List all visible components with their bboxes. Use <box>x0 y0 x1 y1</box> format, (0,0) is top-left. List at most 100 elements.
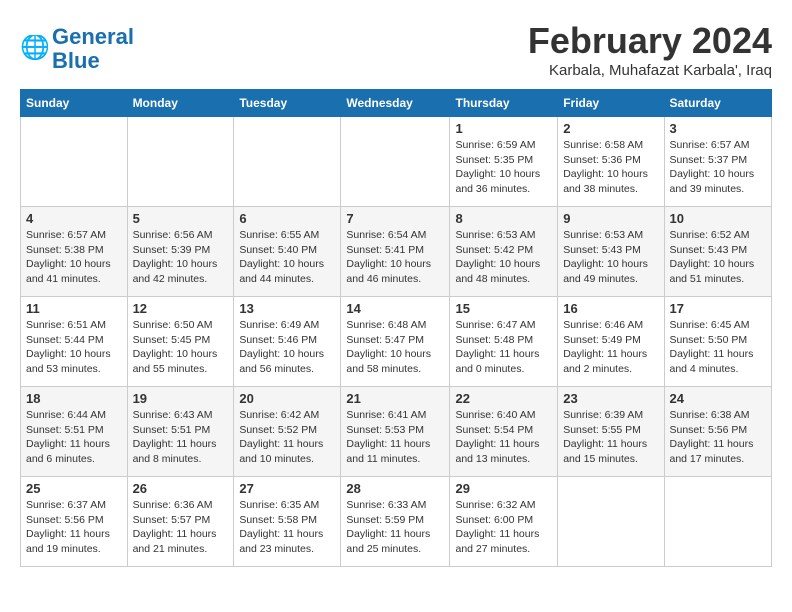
calendar-day-cell: 18 Sunrise: 6:44 AMSunset: 5:51 PMDayligh… <box>21 387 128 477</box>
calendar-day-cell: 25 Sunrise: 6:37 AMSunset: 5:56 PMDayligh… <box>21 477 128 567</box>
day-number: 13 <box>239 301 335 316</box>
calendar-day-cell: 28 Sunrise: 6:33 AMSunset: 5:59 PMDayligh… <box>341 477 450 567</box>
calendar-day-cell: 21 Sunrise: 6:41 AMSunset: 5:53 PMDayligh… <box>341 387 450 477</box>
calendar-week-row: 1Sunrise: 6:59 AMSunset: 5:35 PMDaylight… <box>21 117 772 207</box>
day-info: Sunrise: 6:41 AMSunset: 5:53 PMDaylight:… <box>346 408 444 467</box>
location-title: Karbala, Muhafazat Karbala', Iraq <box>528 62 772 79</box>
calendar-day-cell: 15 Sunrise: 6:47 AMSunset: 5:48 PMDayligh… <box>450 297 558 387</box>
day-info: Sunrise: 6:35 AMSunset: 5:58 PMDaylight:… <box>239 498 335 557</box>
calendar-day-cell <box>234 117 341 207</box>
calendar-day-cell: 24 Sunrise: 6:38 AMSunset: 5:56 PMDayligh… <box>664 387 772 477</box>
day-info: Sunrise: 6:58 AMSunset: 5:36 PMDaylight:… <box>563 138 658 197</box>
day-info: Sunrise: 6:38 AMSunset: 5:56 PMDaylight:… <box>670 408 767 467</box>
day-number: 9 <box>563 211 658 226</box>
day-number: 16 <box>563 301 658 316</box>
day-number: 10 <box>670 211 767 226</box>
day-number: 12 <box>133 301 229 316</box>
calendar-day-cell: 27 Sunrise: 6:35 AMSunset: 5:58 PMDayligh… <box>234 477 341 567</box>
day-info: Sunrise: 6:48 AMSunset: 5:47 PMDaylight:… <box>346 318 444 377</box>
calendar-day-cell: 3 Sunrise: 6:57 AMSunset: 5:37 PMDaylight… <box>664 117 772 207</box>
calendar-week-row: 11 Sunrise: 6:51 AMSunset: 5:44 PMDayligh… <box>21 297 772 387</box>
day-info: Sunrise: 6:47 AMSunset: 5:48 PMDaylight:… <box>455 318 552 377</box>
svg-text:🌐: 🌐 <box>20 35 48 61</box>
calendar-day-cell: 10 Sunrise: 6:52 AMSunset: 5:43 PMDayligh… <box>664 207 772 297</box>
month-title: February 2024 <box>528 20 772 62</box>
calendar-week-row: 4 Sunrise: 6:57 AMSunset: 5:38 PMDaylight… <box>21 207 772 297</box>
day-number: 11 <box>26 301 122 316</box>
day-number: 18 <box>26 391 122 406</box>
logo: 🌐 General Blue <box>20 25 134 73</box>
day-info: Sunrise: 6:32 AMSunset: 6:00 PMDaylight:… <box>455 498 552 557</box>
day-number: 4 <box>26 211 122 226</box>
day-number: 24 <box>670 391 767 406</box>
day-number: 5 <box>133 211 229 226</box>
day-number: 3 <box>670 121 767 136</box>
calendar-day-cell <box>664 477 772 567</box>
weekday-header-sunday: Sunday <box>21 90 128 117</box>
day-number: 27 <box>239 481 335 496</box>
day-number: 28 <box>346 481 444 496</box>
day-info: Sunrise: 6:55 AMSunset: 5:40 PMDaylight:… <box>239 228 335 287</box>
calendar-day-cell: 1Sunrise: 6:59 AMSunset: 5:35 PMDaylight… <box>450 117 558 207</box>
weekday-header-row: SundayMondayTuesdayWednesdayThursdayFrid… <box>21 90 772 117</box>
day-number: 15 <box>455 301 552 316</box>
weekday-header-friday: Friday <box>558 90 664 117</box>
day-info: Sunrise: 6:51 AMSunset: 5:44 PMDaylight:… <box>26 318 122 377</box>
title-area: February 2024 Karbala, Muhafazat Karbala… <box>528 20 772 79</box>
calendar-day-cell: 8 Sunrise: 6:53 AMSunset: 5:42 PMDaylight… <box>450 207 558 297</box>
weekday-header-wednesday: Wednesday <box>341 90 450 117</box>
day-info: Sunrise: 6:37 AMSunset: 5:56 PMDaylight:… <box>26 498 122 557</box>
calendar-day-cell: 4 Sunrise: 6:57 AMSunset: 5:38 PMDaylight… <box>21 207 128 297</box>
day-number: 26 <box>133 481 229 496</box>
day-number: 23 <box>563 391 658 406</box>
logo-icon: 🌐 <box>20 35 48 63</box>
calendar-day-cell <box>341 117 450 207</box>
logo-text: General Blue <box>52 25 134 73</box>
calendar-day-cell: 22 Sunrise: 6:40 AMSunset: 5:54 PMDayligh… <box>450 387 558 477</box>
day-info: Sunrise: 6:46 AMSunset: 5:49 PMDaylight:… <box>563 318 658 377</box>
day-info: Sunrise: 6:33 AMSunset: 5:59 PMDaylight:… <box>346 498 444 557</box>
calendar-day-cell: 6 Sunrise: 6:55 AMSunset: 5:40 PMDaylight… <box>234 207 341 297</box>
day-number: 20 <box>239 391 335 406</box>
calendar-day-cell: 11 Sunrise: 6:51 AMSunset: 5:44 PMDayligh… <box>21 297 128 387</box>
calendar-day-cell: 16 Sunrise: 6:46 AMSunset: 5:49 PMDayligh… <box>558 297 664 387</box>
day-info: Sunrise: 6:42 AMSunset: 5:52 PMDaylight:… <box>239 408 335 467</box>
weekday-header-thursday: Thursday <box>450 90 558 117</box>
calendar-day-cell: 23 Sunrise: 6:39 AMSunset: 5:55 PMDayligh… <box>558 387 664 477</box>
calendar-day-cell: 9 Sunrise: 6:53 AMSunset: 5:43 PMDaylight… <box>558 207 664 297</box>
weekday-header-tuesday: Tuesday <box>234 90 341 117</box>
day-number: 6 <box>239 211 335 226</box>
calendar-day-cell <box>127 117 234 207</box>
day-number: 8 <box>455 211 552 226</box>
day-number: 14 <box>346 301 444 316</box>
weekday-header-saturday: Saturday <box>664 90 772 117</box>
page-header: 🌐 General Blue February 2024 Karbala, Mu… <box>20 20 772 79</box>
calendar-week-row: 25 Sunrise: 6:37 AMSunset: 5:56 PMDayligh… <box>21 477 772 567</box>
day-number: 21 <box>346 391 444 406</box>
day-info: Sunrise: 6:40 AMSunset: 5:54 PMDaylight:… <box>455 408 552 467</box>
day-info: Sunrise: 6:59 AMSunset: 5:35 PMDaylight:… <box>455 138 552 197</box>
calendar-day-cell: 29Sunrise: 6:32 AMSunset: 6:00 PMDayligh… <box>450 477 558 567</box>
calendar-day-cell: 7 Sunrise: 6:54 AMSunset: 5:41 PMDaylight… <box>341 207 450 297</box>
calendar-day-cell: 12Sunrise: 6:50 AMSunset: 5:45 PMDayligh… <box>127 297 234 387</box>
day-info: Sunrise: 6:44 AMSunset: 5:51 PMDaylight:… <box>26 408 122 467</box>
calendar-day-cell <box>21 117 128 207</box>
calendar-day-cell: 5Sunrise: 6:56 AMSunset: 5:39 PMDaylight… <box>127 207 234 297</box>
day-info: Sunrise: 6:54 AMSunset: 5:41 PMDaylight:… <box>346 228 444 287</box>
day-info: Sunrise: 6:57 AMSunset: 5:37 PMDaylight:… <box>670 138 767 197</box>
calendar-day-cell: 26Sunrise: 6:36 AMSunset: 5:57 PMDayligh… <box>127 477 234 567</box>
day-number: 22 <box>455 391 552 406</box>
day-info: Sunrise: 6:53 AMSunset: 5:42 PMDaylight:… <box>455 228 552 287</box>
calendar-day-cell: 20 Sunrise: 6:42 AMSunset: 5:52 PMDayligh… <box>234 387 341 477</box>
day-info: Sunrise: 6:53 AMSunset: 5:43 PMDaylight:… <box>563 228 658 287</box>
calendar-day-cell: 14 Sunrise: 6:48 AMSunset: 5:47 PMDayligh… <box>341 297 450 387</box>
day-number: 7 <box>346 211 444 226</box>
day-number: 17 <box>670 301 767 316</box>
calendar-day-cell: 2Sunrise: 6:58 AMSunset: 5:36 PMDaylight… <box>558 117 664 207</box>
day-info: Sunrise: 6:57 AMSunset: 5:38 PMDaylight:… <box>26 228 122 287</box>
day-number: 25 <box>26 481 122 496</box>
day-info: Sunrise: 6:39 AMSunset: 5:55 PMDaylight:… <box>563 408 658 467</box>
day-info: Sunrise: 6:52 AMSunset: 5:43 PMDaylight:… <box>670 228 767 287</box>
day-info: Sunrise: 6:45 AMSunset: 5:50 PMDaylight:… <box>670 318 767 377</box>
calendar-day-cell: 17 Sunrise: 6:45 AMSunset: 5:50 PMDayligh… <box>664 297 772 387</box>
